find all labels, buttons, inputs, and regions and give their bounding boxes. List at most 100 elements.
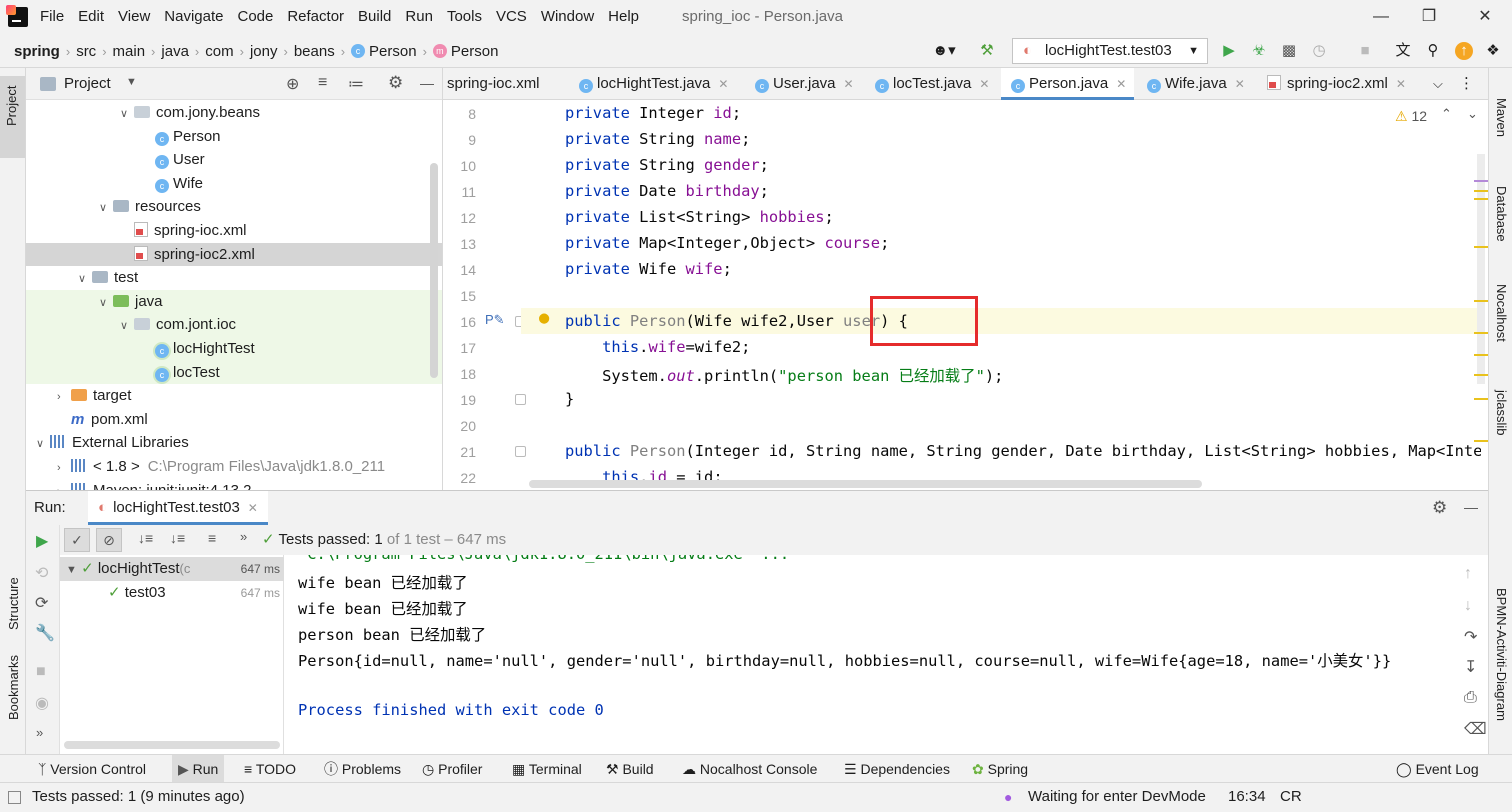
crumb-method[interactable]: Person [451, 43, 499, 60]
expand-all-icon[interactable]: ≡ [318, 74, 327, 92]
user-account-icon[interactable]: ☻▾ [928, 42, 960, 60]
menu-vcs[interactable]: VCS [496, 0, 527, 34]
gear-icon[interactable]: ⚙ [388, 73, 403, 93]
run-icon[interactable]: ▶ [1220, 42, 1238, 60]
caret-position[interactable]: 16:34 [1228, 783, 1266, 811]
close-tab-icon[interactable]: ✕ [248, 501, 258, 515]
chevron-down-icon[interactable]: ⌄ [1467, 106, 1478, 122]
tab-loctest[interactable]: c locTest.java ✕ [875, 68, 989, 100]
menu-file[interactable]: File [40, 0, 64, 34]
tab-todo[interactable]: ≡ TODO [244, 755, 296, 783]
tree-item[interactable]: ∨ java [26, 289, 442, 314]
test-suite-row[interactable]: ▼ ✓ locHightTest(c 647 ms [60, 557, 284, 581]
crumb-beans[interactable]: beans [294, 43, 335, 60]
line-separator[interactable]: CR [1280, 783, 1302, 811]
stop-icon[interactable]: ■ [36, 663, 46, 681]
nocalhost-tool-label[interactable]: Nocalhost [1494, 284, 1509, 342]
menu-run[interactable]: Run [405, 0, 433, 34]
console-output[interactable]: "C:\Program Files\Java\jdk1.8.0_211\bin\… [284, 555, 1474, 755]
project-scrollbar[interactable] [430, 163, 438, 378]
sort-alpha-icon[interactable]: ↓≡ [138, 530, 153, 546]
gear-icon[interactable]: ⚙ [1432, 498, 1447, 518]
chevron-down-icon[interactable]: ▼ [126, 76, 137, 88]
crumb-src[interactable]: src [76, 43, 96, 60]
run-tab[interactable]: ◐ locHightTest.test03 ✕ [88, 491, 268, 525]
tab-event-log[interactable]: ◯ Event Log [1396, 755, 1479, 783]
menu-tools[interactable]: Tools [447, 0, 482, 34]
scroll-down-icon[interactable]: ↓ [1464, 597, 1472, 615]
chevron-right-icon[interactable]: › [57, 457, 71, 481]
tab-build[interactable]: ⚒ Build [606, 755, 654, 783]
scroll-up-icon[interactable]: ↑ [1464, 565, 1472, 583]
trash-icon[interactable]: ⌫ [1464, 719, 1487, 739]
tree-item[interactable]: › target [26, 384, 442, 408]
tab-run[interactable]: ▶ Run [172, 755, 225, 783]
project-tool-tab[interactable]: Project [0, 76, 25, 158]
warning-indicator[interactable]: ⚠ 12 [1395, 108, 1427, 125]
chevron-up-icon[interactable]: ⌃ [1441, 106, 1452, 122]
tab-nocalhost-console[interactable]: ☁ Nocalhost Console [682, 755, 817, 783]
tab-person[interactable]: c Person.java ✕ [1001, 68, 1135, 100]
crumb-com[interactable]: com [205, 43, 233, 60]
debug-icon[interactable]: ☣ [1250, 42, 1268, 60]
tree-item[interactable]: ∨ External Libraries [26, 431, 442, 455]
tab-version-control[interactable]: ᛉ Version Control [38, 755, 146, 783]
chevron-down-icon[interactable]: ∨ [120, 315, 134, 339]
override-gutter-icon[interactable]: P✎ [485, 312, 505, 328]
coverage-icon[interactable]: ▩ [1280, 42, 1298, 60]
crumb-java[interactable]: java [161, 43, 189, 60]
tree-item[interactable]: ∨ com.jont.ioc [26, 313, 442, 337]
tab-terminal[interactable]: ▦ Terminal [512, 755, 582, 783]
camera-icon[interactable]: ◉ [35, 693, 49, 713]
stop-icon[interactable]: ■ [1356, 42, 1374, 60]
tab-profiler[interactable]: ◷ Profiler [422, 755, 482, 783]
run-configuration-dropdown[interactable]: ◐ locHightTest.test03 ▼ [1012, 38, 1208, 64]
test-tree-scrollbar[interactable] [64, 741, 280, 749]
tab-wife[interactable]: c Wife.java ✕ [1147, 68, 1245, 100]
chevron-down-icon[interactable]: ∨ [78, 268, 92, 292]
sort-duration-icon[interactable]: ↓≡ [170, 530, 185, 546]
profile-icon[interactable]: ◷ [1310, 42, 1328, 60]
chevron-right-icon[interactable]: › [57, 481, 71, 490]
tab-problems[interactable]: ⓘ Problems [324, 755, 401, 783]
close-icon[interactable]: ✕ [1476, 8, 1494, 26]
tree-item[interactable]: ∨ test [26, 266, 442, 290]
restore-icon[interactable]: ❐ [1420, 8, 1438, 26]
tab-spring[interactable]: ✿ Spring [972, 755, 1028, 783]
tab-user[interactable]: c User.java ✕ [755, 68, 854, 100]
crumb-jony[interactable]: jony [250, 43, 278, 60]
menu-build[interactable]: Build [358, 0, 391, 34]
hide-icon[interactable]: — [1464, 499, 1478, 515]
tree-item[interactable]: c locHightTest [26, 337, 442, 361]
tab-lochighttest[interactable]: c locHightTest.java ✕ [579, 68, 728, 100]
tree-item[interactable]: ∨ com.jony.beans [26, 101, 442, 125]
tab-spring-ioc2-xml[interactable]: spring-ioc2.xml ✕ [1267, 68, 1406, 100]
tree-item[interactable]: c Wife [26, 172, 442, 196]
update-icon[interactable]: ↑ [1455, 42, 1473, 60]
menu-edit[interactable]: Edit [78, 0, 104, 34]
expand-tests-icon[interactable]: ≡ [208, 530, 216, 546]
editor-vertical-scrollbar[interactable] [1477, 154, 1485, 384]
minimize-icon[interactable]: — [1372, 8, 1390, 26]
hide-icon[interactable]: — [420, 75, 434, 91]
chevron-down-icon[interactable]: ∨ [120, 103, 134, 127]
menu-navigate[interactable]: Navigate [164, 0, 223, 34]
tabs-overflow-icon[interactable]: ⌵ [1433, 68, 1443, 100]
tree-item[interactable]: c locTest [26, 360, 442, 385]
code-area[interactable]: private Integer id; private String name;… [521, 100, 1481, 490]
menu-window[interactable]: Window [541, 0, 594, 34]
more-icon[interactable]: » [240, 529, 247, 544]
menu-code[interactable]: Code [237, 0, 273, 34]
collapse-all-icon[interactable]: ≔ [348, 74, 364, 94]
rerun-failed-icon[interactable]: ⟲ [35, 563, 48, 583]
chevron-down-icon[interactable]: ∨ [36, 433, 50, 457]
crumb-project[interactable]: spring [14, 43, 60, 60]
toggle-autotest-icon[interactable]: ⟳ [35, 593, 48, 613]
tree-item[interactable]: › Maven: junit:junit:4.13.2 [26, 479, 442, 490]
more-icon[interactable]: » [36, 725, 43, 740]
menu-refactor[interactable]: Refactor [287, 0, 344, 34]
tree-item[interactable]: c User [26, 148, 442, 172]
build-hammer-icon[interactable]: ⚒ [978, 42, 996, 60]
bpmn-tool-label[interactable]: BPMN-Activiti-Diagram [1494, 588, 1509, 721]
intention-bulb-icon[interactable]: ● [539, 308, 549, 328]
